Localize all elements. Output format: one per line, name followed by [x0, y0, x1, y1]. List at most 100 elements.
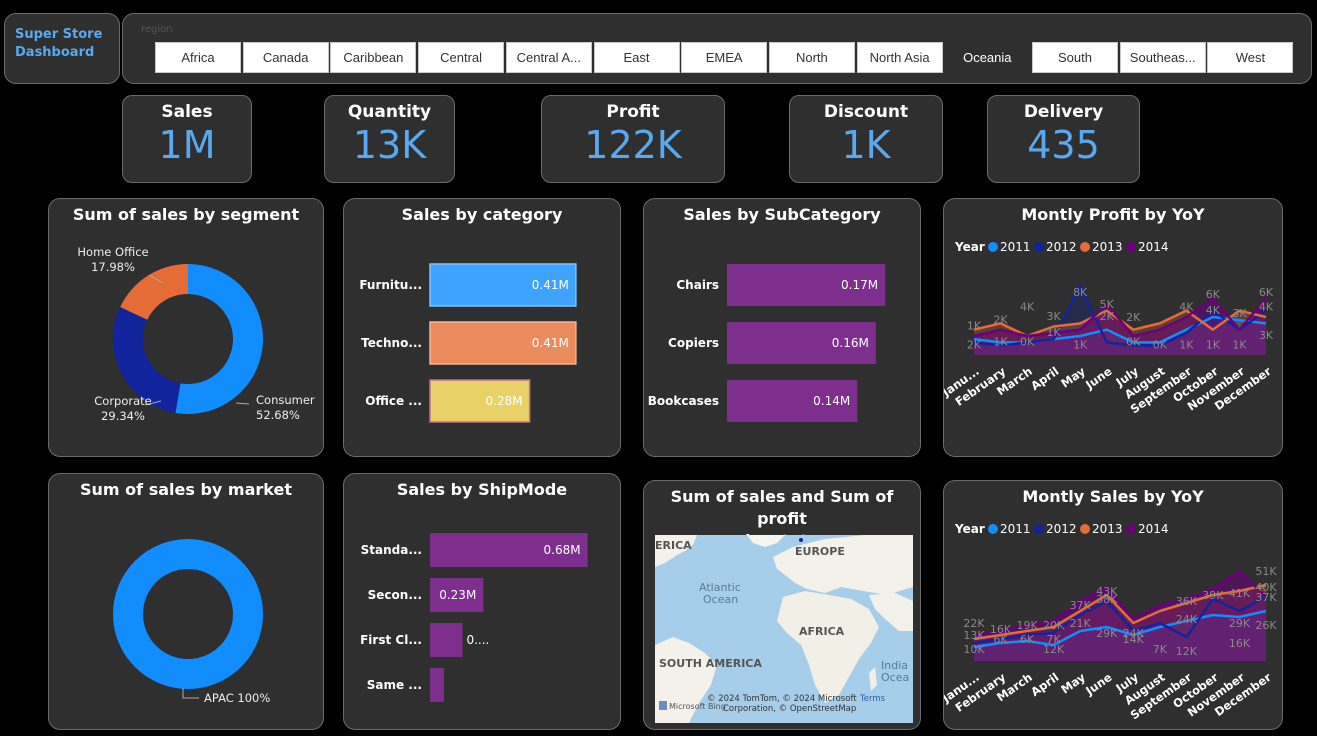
point-label: 4K [1020, 301, 1035, 314]
point-label: 12K [1176, 645, 1198, 658]
dashboard-title-box: Super Store Dashboard [4, 13, 120, 84]
point-label: 4K [1206, 304, 1221, 317]
kpi-card-discount: Discount 1K [789, 95, 943, 183]
bar-value-label: 0.... [466, 633, 489, 647]
region-option-central[interactable]: Central [418, 42, 505, 73]
point-label: 3K [1259, 329, 1274, 342]
kpi-value: 1K [841, 123, 891, 167]
dashboard-title-line1: Super Store [15, 27, 103, 42]
bar-same[interactable] [430, 668, 444, 702]
map-terms-link[interactable]: Terms [859, 694, 886, 704]
slicer-label: region [141, 24, 173, 35]
point-label: 6K [1020, 633, 1035, 646]
donut-slice-consumer[interactable] [175, 264, 264, 414]
map-label-america: ERICA [655, 539, 692, 552]
kpi-card-profit: Profit 122K [541, 95, 725, 183]
x-axis-label: April [1028, 670, 1061, 699]
bar-value-label: 0.41M [532, 336, 569, 350]
kpi-label: Sales [161, 102, 213, 122]
legend-label-2011: 2011 [1000, 240, 1031, 254]
map-card[interactable]: Sum of sales and Sum of profit by state … [643, 480, 921, 730]
point-label: 1K [1179, 339, 1194, 352]
monthly-sales-chart-card[interactable]: Montly Sales by YoY Year 2011 2012 2013 2014… [943, 480, 1283, 730]
legend-label-2013: 2013 [1092, 522, 1123, 536]
point-label: 2K [1126, 311, 1141, 324]
shipmode-chart-card[interactable]: Sales by ShipMode Standa... 0.68M Secon...… [343, 473, 621, 730]
region-option-west[interactable]: West [1207, 42, 1294, 73]
slice-label: APAC 100% [204, 691, 270, 705]
point-label: 6K [1259, 286, 1274, 299]
segment-chart-card[interactable]: Sum of sales by segment Consumer 52.68% Co… [48, 198, 324, 457]
region-option-southeas[interactable]: Southeas... [1119, 42, 1206, 73]
bar-firstcl[interactable] [430, 623, 463, 657]
legend-label-2012: 2012 [1046, 522, 1077, 536]
region-option-central-a[interactable]: Central A... [505, 42, 592, 73]
legend-title: Year [954, 240, 985, 254]
kpi-label: Discount [823, 102, 909, 122]
region-option-emea[interactable]: EMEA [681, 42, 768, 73]
x-axis-label: May [1058, 670, 1088, 697]
region-option-oceania[interactable]: Oceania [944, 42, 1031, 73]
point-label: 7K [1153, 643, 1168, 656]
category-chart-card[interactable]: Sales by category Furnitu... 0.41M Techno.… [343, 198, 621, 457]
bar-value-label: 0.68M [544, 543, 581, 557]
point-label: 40K [1255, 581, 1277, 594]
monthly-sales-area-chart[interactable]: Year 2011 2012 2013 201422K13K10K16K6K19K6K2… [944, 481, 1283, 730]
bar-category-label: Office ... [365, 394, 422, 408]
map-attribution-line1: © 2024 TomTom, © 2024 Microsoft [707, 694, 857, 704]
kpi-value: 435 [1027, 123, 1100, 167]
slice-label: Home Office [77, 245, 148, 259]
slice-value-label: 17.98% [91, 260, 135, 274]
point-label: 8K [1073, 286, 1088, 299]
bar-category-label: Copiers [668, 336, 719, 350]
map-label-indian-ocean: Ocea [881, 671, 909, 684]
point-label: 37K [1070, 599, 1092, 612]
map-data-point[interactable] [799, 538, 803, 542]
shipmode-bar-chart[interactable]: Standa... 0.68M Secon... 0.23M First Cl... 0.… [344, 474, 621, 730]
point-label: 51K [1255, 565, 1277, 578]
region-option-caribbean[interactable]: Caribbean [330, 42, 417, 73]
subcategory-chart-card[interactable]: Sales by SubCategory Chairs 0.17M Copiers 0… [643, 198, 921, 457]
kpi-value: 122K [584, 123, 682, 167]
region-option-north[interactable]: North [768, 42, 855, 73]
market-donut-chart[interactable]: APAC 100% [49, 474, 324, 730]
region-option-south[interactable]: South [1032, 42, 1118, 73]
market-chart-card[interactable]: Sum of sales by market APAC 100% [48, 473, 324, 730]
leader-line [235, 402, 250, 405]
donut-slice-apac[interactable] [113, 539, 263, 689]
bar-value-label: 0.28M [486, 394, 523, 408]
bar-category-label: Bookcases [648, 394, 719, 408]
point-label: 29K [1229, 617, 1251, 630]
subcategory-bar-chart[interactable]: Chairs 0.17M Copiers 0.16M Bookcases 0.14M [644, 199, 921, 457]
x-axis-label: May [1058, 364, 1088, 391]
region-option-north-asia[interactable]: North Asia [856, 42, 943, 73]
point-label: 0K [1153, 339, 1168, 352]
category-bar-chart[interactable]: Furnitu... 0.41M Techno... 0.41M Office ... 0… [344, 199, 621, 457]
region-slicer: region Africa Canada Caribbean Central Centr… [122, 13, 1312, 84]
point-label: 41K [1229, 587, 1251, 600]
kpi-label: Quantity [347, 102, 432, 122]
kpi-value: 13K [352, 123, 427, 167]
legend-marker-2014 [1126, 524, 1136, 534]
point-label: 14K [1123, 633, 1145, 646]
region-option-canada[interactable]: Canada [242, 42, 329, 73]
region-option-east[interactable]: East [593, 42, 680, 73]
map-label-africa: AFRICA [799, 625, 845, 638]
segment-donut-chart[interactable]: Consumer52.68% Corporate29.34% Home Office… [49, 199, 324, 457]
x-axis-label: June [1082, 670, 1114, 698]
point-label: 29K [1096, 627, 1118, 640]
world-map[interactable]: ERICA EUROPE AFRICA SOUTH AMERICA Atlant… [655, 535, 913, 723]
monthly-profit-area-chart[interactable]: Year 2011 2012 2013 2014 1K 2K 2K 1K 4K 0K 3K 1K 8K 1K… [944, 199, 1283, 457]
point-label: 19K [1016, 619, 1038, 632]
region-option-africa[interactable]: Africa [155, 42, 241, 73]
monthly-profit-chart-card[interactable]: Montly Profit by YoY Year 2011 2012 2013 201… [943, 198, 1283, 457]
slice-label: Consumer [256, 393, 315, 407]
point-label: 10K [963, 643, 985, 656]
point-label: 16K [1229, 637, 1251, 650]
x-axis-label: June [1082, 364, 1114, 392]
point-label: 43K [1096, 585, 1118, 598]
point-label: 1K [1232, 339, 1247, 352]
point-label: 21K [1070, 617, 1092, 630]
point-label: 2K [1100, 310, 1115, 323]
map-title-line1: Sum of sales and Sum of profit [670, 487, 894, 528]
